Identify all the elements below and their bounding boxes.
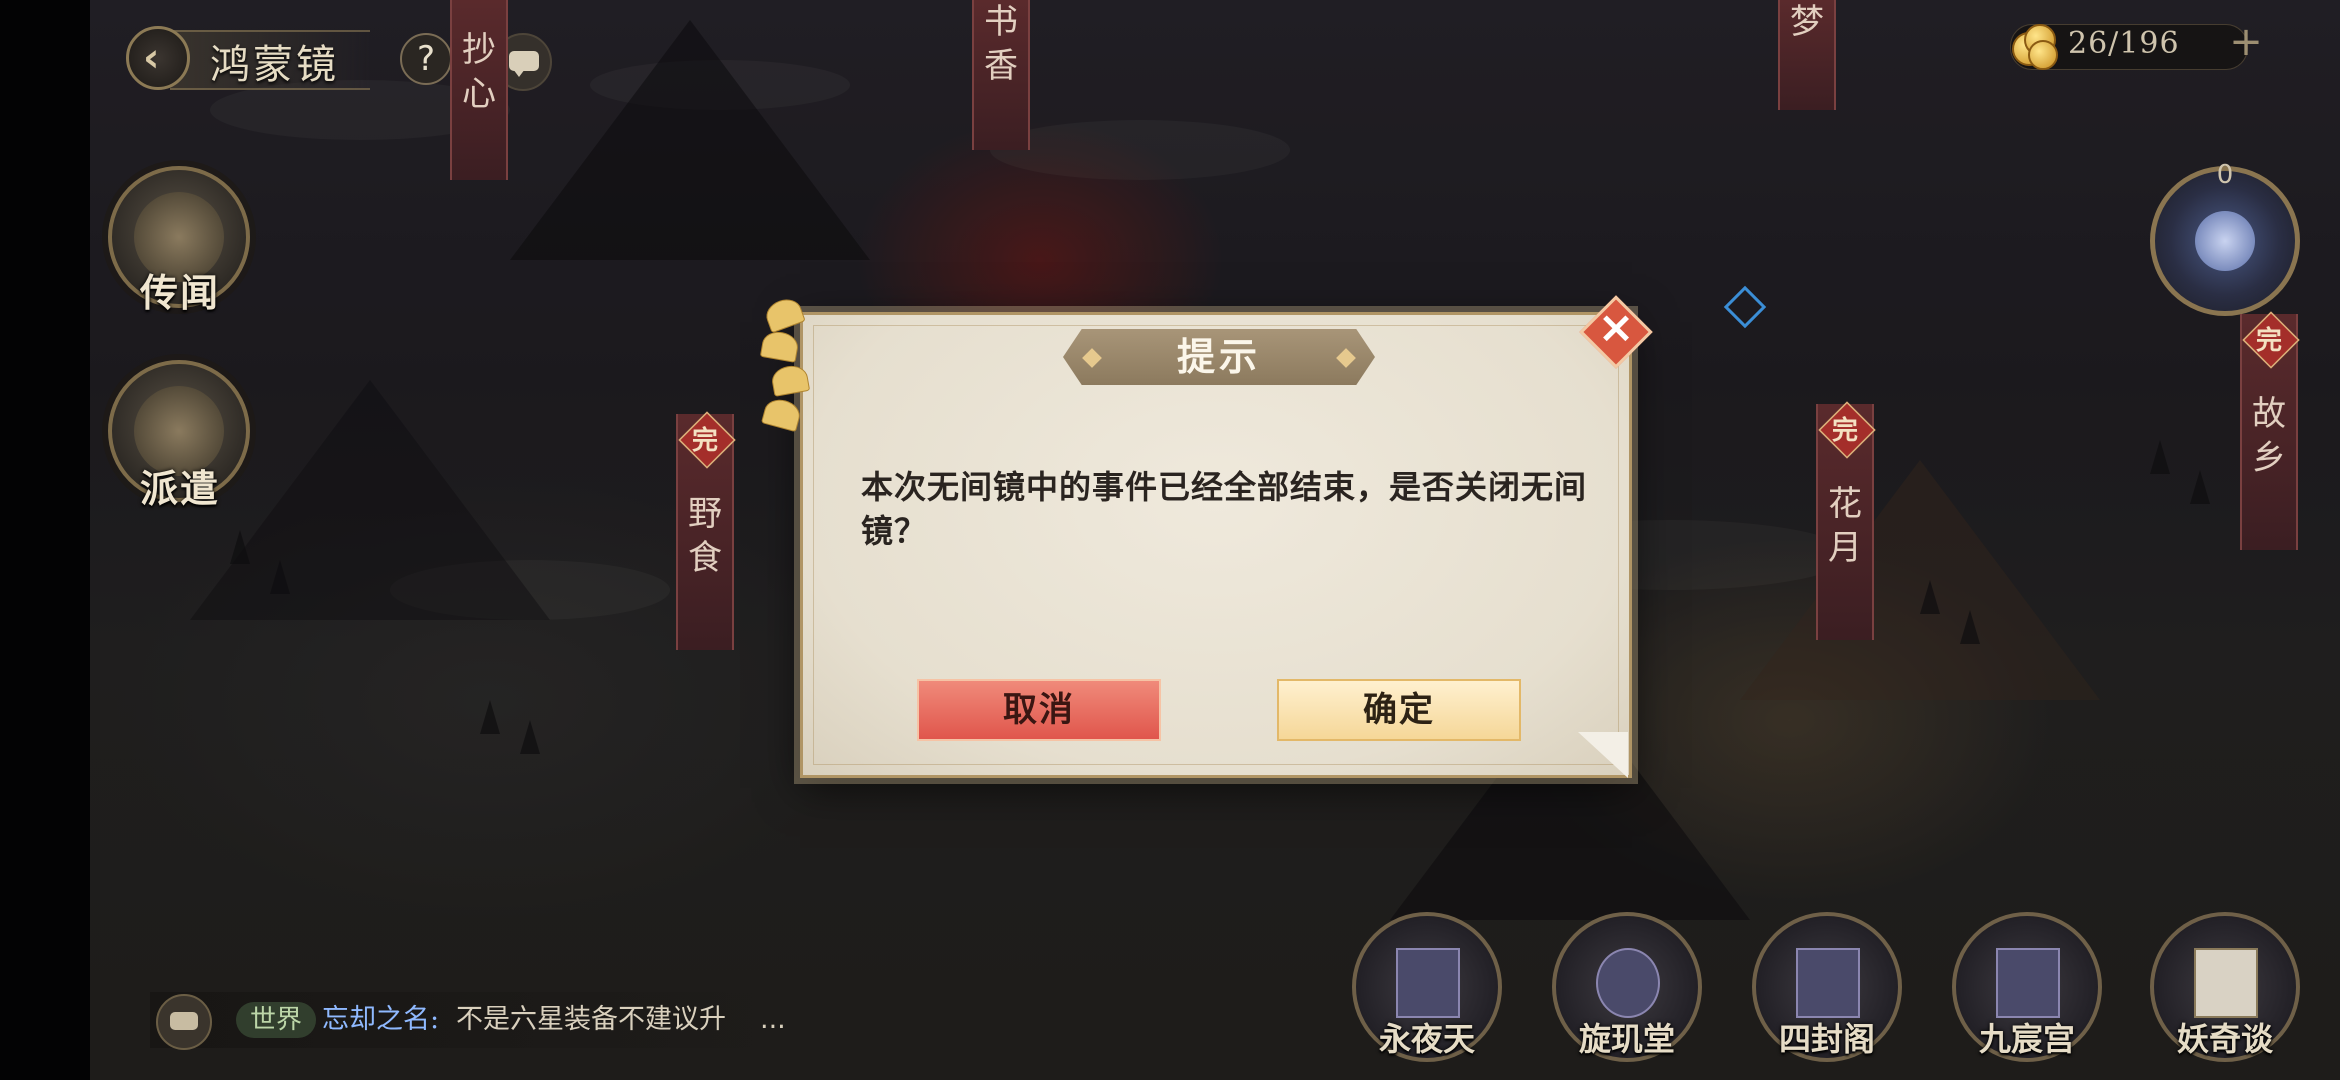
coin-icon <box>2008 20 2058 70</box>
dialog-message: 本次无间镜中的事件已经全部结束，是否关闭无间镜？ <box>861 468 1588 550</box>
nine-chen-palace-label: 九宸宫 <box>1978 1020 2075 1058</box>
currency-value: 26/196 <box>2068 26 2180 61</box>
map-location-banner[interactable]: 完 花月 <box>1816 401 1876 640</box>
chat-channel-tag: 世界 <box>236 1002 316 1038</box>
add-currency-button[interactable]: + <box>2226 22 2266 62</box>
back-button[interactable]: ‹ <box>126 26 190 90</box>
chat-sender: 忘却之名: <box>322 1004 440 1035</box>
scroll-icon <box>1396 948 1460 1018</box>
dialog-title: 提示 <box>1176 334 1261 379</box>
map-location-banner[interactable]: 抄心 <box>450 0 508 180</box>
cancel-button[interactable]: 取消 <box>917 679 1161 741</box>
palace-icon <box>1996 948 2060 1018</box>
dipper-icon <box>1596 948 1660 1018</box>
chat-bubble-icon <box>509 51 539 71</box>
back-arrow-icon: ‹ <box>143 35 160 81</box>
rumor-label: 传闻 <box>140 270 221 315</box>
map-location-banner[interactable]: 书香 <box>972 0 1030 150</box>
map-location-banner[interactable]: 完 故乡 <box>2240 311 2300 550</box>
chat-icon[interactable] <box>156 994 212 1050</box>
chat-more: ... <box>760 1004 786 1035</box>
yokai-card-icon <box>2194 948 2258 1018</box>
confirm-dialog: 提示 本次无间镜中的事件已经全部结束，是否关闭无间镜？ 取消 确定 <box>800 312 1632 778</box>
confirm-button[interactable]: 确定 <box>1277 679 1521 741</box>
xuanji-hall-label: 旋玑堂 <box>1578 1020 1675 1058</box>
dispatch-label: 派遣 <box>140 466 221 511</box>
four-seal-pavilion-label: 四封阁 <box>1778 1020 1875 1058</box>
yokai-tales-label: 妖奇谈 <box>2176 1020 2273 1058</box>
close-dialog-button[interactable]: × <box>1579 295 1653 369</box>
chat-message: 不是六星装备不建议升 <box>456 1004 726 1035</box>
game-screen: ‹ 鸿蒙镜 ? 26/196 + 传闻 派遣 0 抄心 书香 梦 完 野食 完 … <box>0 0 2340 1080</box>
page-title: 鸿蒙镜 <box>210 42 339 88</box>
page-curl-ornament <box>1578 732 1628 778</box>
map-location-banner[interactable]: 梦 <box>1778 0 1836 110</box>
close-x-icon: × <box>1597 302 1635 353</box>
spirit-orb-count: 0 <box>2216 160 2234 190</box>
help-button[interactable]: ? <box>400 33 452 85</box>
map-location-banner[interactable]: 完 野食 <box>676 411 736 650</box>
ginkgo-leaf-icon <box>748 294 818 456</box>
eternal-night-label: 永夜天 <box>1378 1020 1475 1058</box>
cards-icon <box>1796 948 1860 1018</box>
spirit-orb-icon <box>2195 211 2255 271</box>
